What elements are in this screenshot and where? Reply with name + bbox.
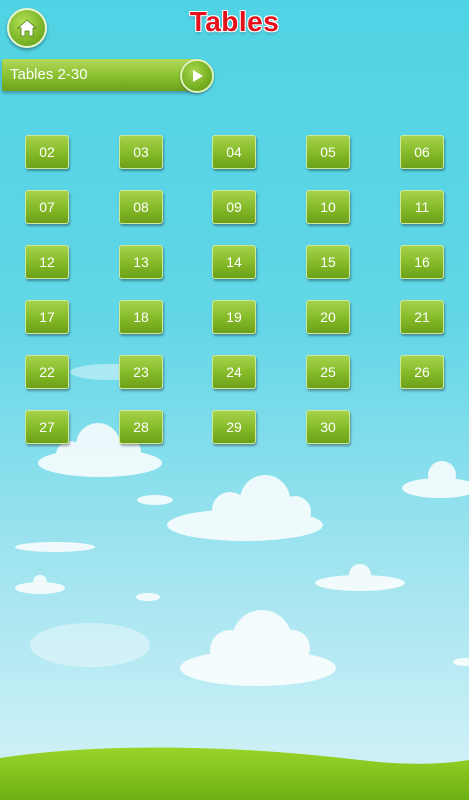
table-button-21[interactable]: 21 bbox=[400, 300, 444, 334]
table-button-23[interactable]: 23 bbox=[119, 355, 163, 389]
table-button-07[interactable]: 07 bbox=[25, 190, 69, 224]
table-button-10[interactable]: 10 bbox=[306, 190, 350, 224]
table-button-27[interactable]: 27 bbox=[25, 410, 69, 444]
table-button-14[interactable]: 14 bbox=[212, 245, 256, 279]
grass-hill bbox=[0, 747, 469, 800]
table-button-02[interactable]: 02 bbox=[25, 135, 69, 169]
table-button-09[interactable]: 09 bbox=[212, 190, 256, 224]
table-button-12[interactable]: 12 bbox=[25, 245, 69, 279]
tables-grid: 02 03 04 05 06 07 08 09 10 11 12 13 14 15 16 17 18 19 20 21… bbox=[0, 0, 469, 460]
table-button-11[interactable]: 11 bbox=[400, 190, 444, 224]
table-button-05[interactable]: 05 bbox=[306, 135, 350, 169]
table-button-15[interactable]: 15 bbox=[306, 245, 350, 279]
table-button-28[interactable]: 28 bbox=[119, 410, 163, 444]
table-button-30[interactable]: 30 bbox=[306, 410, 350, 444]
table-button-06[interactable]: 06 bbox=[400, 135, 444, 169]
table-button-04[interactable]: 04 bbox=[212, 135, 256, 169]
table-button-22[interactable]: 22 bbox=[25, 355, 69, 389]
table-button-20[interactable]: 20 bbox=[306, 300, 350, 334]
table-button-19[interactable]: 19 bbox=[212, 300, 256, 334]
table-button-03[interactable]: 03 bbox=[119, 135, 163, 169]
table-button-08[interactable]: 08 bbox=[119, 190, 163, 224]
table-button-25[interactable]: 25 bbox=[306, 355, 350, 389]
table-button-16[interactable]: 16 bbox=[400, 245, 444, 279]
table-button-29[interactable]: 29 bbox=[212, 410, 256, 444]
table-button-13[interactable]: 13 bbox=[119, 245, 163, 279]
table-button-17[interactable]: 17 bbox=[25, 300, 69, 334]
table-button-18[interactable]: 18 bbox=[119, 300, 163, 334]
table-button-24[interactable]: 24 bbox=[212, 355, 256, 389]
table-button-26[interactable]: 26 bbox=[400, 355, 444, 389]
